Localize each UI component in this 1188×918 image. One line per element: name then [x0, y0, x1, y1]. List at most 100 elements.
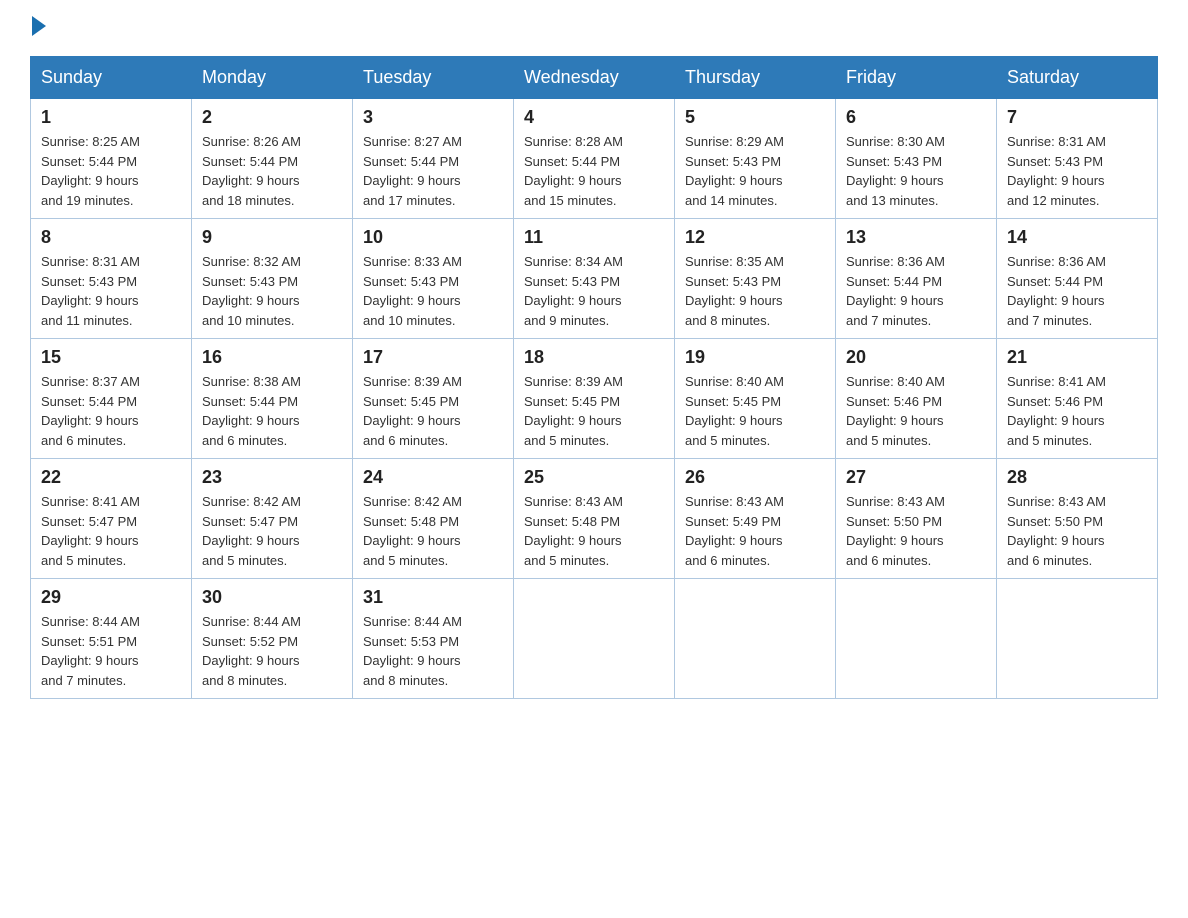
day-info: Sunrise: 8:43 AMSunset: 5:50 PMDaylight:…	[1007, 492, 1147, 570]
day-of-week-header: Saturday	[997, 57, 1158, 99]
calendar-cell: 26 Sunrise: 8:43 AMSunset: 5:49 PMDayligh…	[675, 459, 836, 579]
calendar-cell: 10Sunrise: 8:33 AMSunset: 5:43 PMDayligh…	[353, 219, 514, 339]
day-number: 12	[685, 227, 825, 248]
day-number: 16	[202, 347, 342, 368]
calendar-cell: 14Sunrise: 8:36 AMSunset: 5:44 PMDayligh…	[997, 219, 1158, 339]
day-info: Sunrise: 8:42 AMSunset: 5:47 PMDaylight:…	[202, 492, 342, 570]
day-info: Sunrise: 8:32 AMSunset: 5:43 PMDaylight:…	[202, 252, 342, 330]
day-number: 29	[41, 587, 181, 608]
day-of-week-header: Thursday	[675, 57, 836, 99]
calendar-cell: 18 Sunrise: 8:39 AMSunset: 5:45 PMDayligh…	[514, 339, 675, 459]
day-info: Sunrise: 8:29 AMSunset: 5:43 PMDaylight:…	[685, 132, 825, 210]
day-info: Sunrise: 8:27 AMSunset: 5:44 PMDaylight:…	[363, 132, 503, 210]
day-number: 22	[41, 467, 181, 488]
day-info: Sunrise: 8:34 AMSunset: 5:43 PMDaylight:…	[524, 252, 664, 330]
day-info: Sunrise: 8:39 AMSunset: 5:45 PMDaylight:…	[363, 372, 503, 450]
day-info: Sunrise: 8:37 AMSunset: 5:44 PMDaylight:…	[41, 372, 181, 450]
calendar-cell: 15 Sunrise: 8:37 AMSunset: 5:44 PMDayligh…	[31, 339, 192, 459]
day-info: Sunrise: 8:26 AMSunset: 5:44 PMDaylight:…	[202, 132, 342, 210]
calendar-cell: 25Sunrise: 8:43 AMSunset: 5:48 PMDayligh…	[514, 459, 675, 579]
day-info: Sunrise: 8:44 AMSunset: 5:52 PMDaylight:…	[202, 612, 342, 690]
day-info: Sunrise: 8:43 AMSunset: 5:50 PMDaylight:…	[846, 492, 986, 570]
calendar-cell: 31 Sunrise: 8:44 AMSunset: 5:53 PMDayligh…	[353, 579, 514, 699]
day-number: 17	[363, 347, 503, 368]
day-info: Sunrise: 8:33 AMSunset: 5:43 PMDaylight:…	[363, 252, 503, 330]
day-of-week-header: Sunday	[31, 57, 192, 99]
calendar-cell: 17 Sunrise: 8:39 AMSunset: 5:45 PMDayligh…	[353, 339, 514, 459]
day-number: 27	[846, 467, 986, 488]
day-of-week-header: Tuesday	[353, 57, 514, 99]
calendar-cell: 7 Sunrise: 8:31 AMSunset: 5:43 PMDaylight…	[997, 99, 1158, 219]
day-number: 15	[41, 347, 181, 368]
calendar-week-row: 22 Sunrise: 8:41 AMSunset: 5:47 PMDayligh…	[31, 459, 1158, 579]
day-number: 3	[363, 107, 503, 128]
calendar-cell: 30 Sunrise: 8:44 AMSunset: 5:52 PMDayligh…	[192, 579, 353, 699]
day-number: 20	[846, 347, 986, 368]
calendar-cell	[836, 579, 997, 699]
day-number: 28	[1007, 467, 1147, 488]
day-of-week-header: Wednesday	[514, 57, 675, 99]
day-info: Sunrise: 8:36 AMSunset: 5:44 PMDaylight:…	[1007, 252, 1147, 330]
day-number: 25	[524, 467, 664, 488]
day-number: 19	[685, 347, 825, 368]
day-number: 1	[41, 107, 181, 128]
day-number: 4	[524, 107, 664, 128]
day-info: Sunrise: 8:41 AMSunset: 5:47 PMDaylight:…	[41, 492, 181, 570]
day-number: 8	[41, 227, 181, 248]
calendar-cell: 20 Sunrise: 8:40 AMSunset: 5:46 PMDayligh…	[836, 339, 997, 459]
day-info: Sunrise: 8:40 AMSunset: 5:46 PMDaylight:…	[846, 372, 986, 450]
page-header	[30, 20, 1158, 36]
calendar-cell: 24 Sunrise: 8:42 AMSunset: 5:48 PMDayligh…	[353, 459, 514, 579]
day-info: Sunrise: 8:38 AMSunset: 5:44 PMDaylight:…	[202, 372, 342, 450]
calendar-cell: 28 Sunrise: 8:43 AMSunset: 5:50 PMDayligh…	[997, 459, 1158, 579]
calendar-week-row: 1 Sunrise: 8:25 AMSunset: 5:44 PMDaylight…	[31, 99, 1158, 219]
calendar-header-row: SundayMondayTuesdayWednesdayThursdayFrid…	[31, 57, 1158, 99]
calendar-cell: 13 Sunrise: 8:36 AMSunset: 5:44 PMDayligh…	[836, 219, 997, 339]
calendar-cell: 23 Sunrise: 8:42 AMSunset: 5:47 PMDayligh…	[192, 459, 353, 579]
day-info: Sunrise: 8:44 AMSunset: 5:51 PMDaylight:…	[41, 612, 181, 690]
day-number: 26	[685, 467, 825, 488]
calendar-cell	[675, 579, 836, 699]
day-number: 30	[202, 587, 342, 608]
day-number: 6	[846, 107, 986, 128]
day-number: 18	[524, 347, 664, 368]
calendar-cell: 1 Sunrise: 8:25 AMSunset: 5:44 PMDaylight…	[31, 99, 192, 219]
day-number: 23	[202, 467, 342, 488]
day-info: Sunrise: 8:31 AMSunset: 5:43 PMDaylight:…	[1007, 132, 1147, 210]
day-info: Sunrise: 8:42 AMSunset: 5:48 PMDaylight:…	[363, 492, 503, 570]
day-number: 7	[1007, 107, 1147, 128]
day-number: 24	[363, 467, 503, 488]
day-number: 2	[202, 107, 342, 128]
day-number: 31	[363, 587, 503, 608]
day-of-week-header: Friday	[836, 57, 997, 99]
day-info: Sunrise: 8:31 AMSunset: 5:43 PMDaylight:…	[41, 252, 181, 330]
calendar-cell	[997, 579, 1158, 699]
day-number: 21	[1007, 347, 1147, 368]
day-number: 13	[846, 227, 986, 248]
calendar-cell: 21 Sunrise: 8:41 AMSunset: 5:46 PMDayligh…	[997, 339, 1158, 459]
day-info: Sunrise: 8:39 AMSunset: 5:45 PMDaylight:…	[524, 372, 664, 450]
day-number: 9	[202, 227, 342, 248]
calendar-cell: 12Sunrise: 8:35 AMSunset: 5:43 PMDayligh…	[675, 219, 836, 339]
calendar-week-row: 8 Sunrise: 8:31 AMSunset: 5:43 PMDaylight…	[31, 219, 1158, 339]
day-info: Sunrise: 8:44 AMSunset: 5:53 PMDaylight:…	[363, 612, 503, 690]
calendar-cell: 3 Sunrise: 8:27 AMSunset: 5:44 PMDaylight…	[353, 99, 514, 219]
calendar-cell: 19 Sunrise: 8:40 AMSunset: 5:45 PMDayligh…	[675, 339, 836, 459]
day-info: Sunrise: 8:36 AMSunset: 5:44 PMDaylight:…	[846, 252, 986, 330]
day-number: 5	[685, 107, 825, 128]
day-info: Sunrise: 8:41 AMSunset: 5:46 PMDaylight:…	[1007, 372, 1147, 450]
calendar-week-row: 15 Sunrise: 8:37 AMSunset: 5:44 PMDayligh…	[31, 339, 1158, 459]
calendar-cell: 29 Sunrise: 8:44 AMSunset: 5:51 PMDayligh…	[31, 579, 192, 699]
calendar-cell: 5 Sunrise: 8:29 AMSunset: 5:43 PMDaylight…	[675, 99, 836, 219]
calendar-cell: 6 Sunrise: 8:30 AMSunset: 5:43 PMDaylight…	[836, 99, 997, 219]
day-info: Sunrise: 8:25 AMSunset: 5:44 PMDaylight:…	[41, 132, 181, 210]
calendar-week-row: 29 Sunrise: 8:44 AMSunset: 5:51 PMDayligh…	[31, 579, 1158, 699]
day-info: Sunrise: 8:43 AMSunset: 5:49 PMDaylight:…	[685, 492, 825, 570]
logo	[30, 20, 46, 36]
day-info: Sunrise: 8:30 AMSunset: 5:43 PMDaylight:…	[846, 132, 986, 210]
day-info: Sunrise: 8:40 AMSunset: 5:45 PMDaylight:…	[685, 372, 825, 450]
calendar-cell: 27 Sunrise: 8:43 AMSunset: 5:50 PMDayligh…	[836, 459, 997, 579]
day-number: 11	[524, 227, 664, 248]
calendar-cell: 8 Sunrise: 8:31 AMSunset: 5:43 PMDaylight…	[31, 219, 192, 339]
calendar-cell: 4Sunrise: 8:28 AMSunset: 5:44 PMDaylight…	[514, 99, 675, 219]
